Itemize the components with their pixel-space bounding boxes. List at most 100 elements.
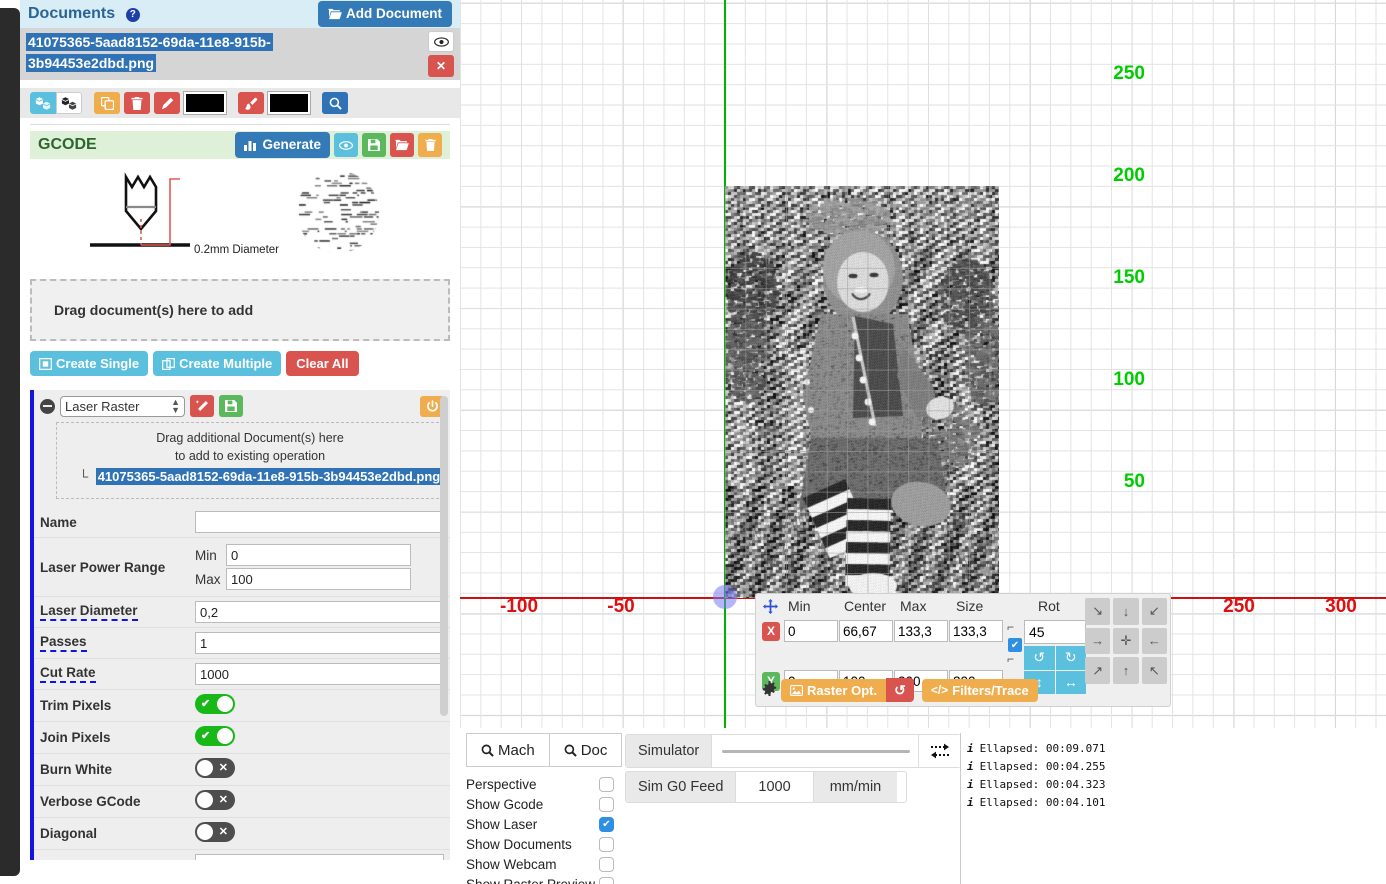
cubes-icon-active[interactable]: [30, 92, 56, 114]
diagonal-toggle[interactable]: ✕: [195, 822, 235, 842]
left-panel: Documents ? Add Document 41075365-5aad81…: [20, 0, 460, 884]
left-nav-rail[interactable]: s ns ol c c gs ut: [0, 8, 20, 876]
tab-mach[interactable]: Mach: [466, 733, 550, 767]
x-min-input[interactable]: [784, 620, 838, 642]
x-size-input[interactable]: [949, 620, 1003, 642]
eye-icon[interactable]: [428, 31, 454, 52]
anchor-center[interactable]: ✛: [1113, 628, 1138, 655]
show-gcode-checkbox[interactable]: [599, 797, 614, 812]
laser-power-max-input[interactable]: [226, 568, 411, 590]
question-icon[interactable]: ?: [126, 8, 140, 22]
collapse-icon[interactable]: [40, 399, 55, 414]
operation-dropzone[interactable]: Drag additional Document(s) here to add …: [56, 422, 444, 499]
join-pixels-toggle[interactable]: ✔: [195, 726, 235, 746]
lock-aspect-checkbox[interactable]: ✔: [1008, 638, 1022, 652]
trim-pixels-toggle[interactable]: ✔: [195, 694, 235, 714]
copy-icon[interactable]: [94, 92, 120, 114]
brush-icon[interactable]: [238, 92, 264, 114]
option-show-webcam[interactable]: Show Webcam: [466, 854, 614, 874]
trash-icon[interactable]: [418, 133, 442, 157]
search-icon[interactable]: [322, 92, 348, 114]
show-webcam-checkbox[interactable]: [599, 857, 614, 872]
operation-document-row[interactable]: └ 41075365-5aad8152-69da-11e8-915b-3b944…: [61, 468, 439, 486]
raster-opt-button[interactable]: Raster Opt.: [781, 679, 886, 702]
anchor-middle-right[interactable]: ←: [1142, 628, 1167, 655]
magic-icon[interactable]: [190, 395, 214, 417]
anchor-top-left[interactable]: ↘: [1085, 598, 1110, 625]
passes-input[interactable]: [195, 632, 444, 654]
laser-power-min-input[interactable]: [226, 544, 411, 566]
gcode-dropzone[interactable]: Drag document(s) here to add: [30, 279, 450, 341]
document-delete-button[interactable]: ✕: [428, 55, 454, 77]
create-multiple-button[interactable]: Create Multiple: [153, 351, 281, 376]
option-show-gcode[interactable]: Show Gcode: [466, 794, 614, 814]
table-row: Passes: [34, 628, 450, 659]
anchor-middle-left[interactable]: →: [1085, 628, 1110, 655]
simulate-arrows-icon[interactable]: [918, 735, 960, 767]
verbose-gcode-toggle[interactable]: ✕: [195, 790, 235, 810]
sim-feed-unit: mm/min: [813, 772, 898, 802]
option-perspective[interactable]: Perspective: [466, 774, 614, 794]
raster-document-on-canvas[interactable]: [725, 186, 999, 598]
cubes-icon-inactive[interactable]: [56, 92, 82, 114]
folder-open-icon[interactable]: [390, 133, 414, 157]
name-input[interactable]: [195, 511, 444, 533]
flip-horizontal-button[interactable]: ↔: [1056, 671, 1087, 695]
power-max-row: Max: [195, 568, 444, 590]
stroke-color-swatch[interactable]: [184, 92, 226, 114]
simulator-slider[interactable]: [712, 735, 918, 767]
trash-icon[interactable]: [124, 92, 150, 114]
floppy-icon[interactable]: [219, 395, 243, 417]
option-show-documents[interactable]: Show Documents: [466, 834, 614, 854]
sim-feed-value[interactable]: 1000: [735, 772, 812, 802]
eye-icon[interactable]: [334, 133, 358, 157]
perspective-checkbox[interactable]: [599, 777, 614, 792]
setting-label-laser-power-range: Laser Power Range: [40, 560, 165, 575]
view-options: Perspective Show Gcode Show Laser ✔ Show…: [466, 774, 614, 884]
log-panel[interactable]: i Ellapsed: 00:09.071 i Ellapsed: 00:04.…: [960, 733, 1386, 884]
rotation-input[interactable]: [1024, 620, 1086, 644]
anchor-bottom-left[interactable]: ↗: [1085, 657, 1110, 684]
anchor-top-right[interactable]: ↙: [1142, 598, 1167, 625]
tab-doc[interactable]: Doc: [550, 733, 623, 767]
anchor-bottom-right[interactable]: ↖: [1142, 657, 1167, 684]
clear-all-button[interactable]: Clear All: [286, 351, 358, 376]
x-max-input[interactable]: [894, 620, 948, 642]
over-scan-input[interactable]: [195, 854, 444, 860]
laser-diameter-input[interactable]: [195, 601, 444, 623]
anchor-bottom-center[interactable]: ↑: [1113, 657, 1138, 684]
generate-gcode-button[interactable]: Generate: [235, 132, 330, 158]
simulator-label: Simulator: [626, 735, 712, 767]
table-row: Diagonal ✕: [34, 818, 450, 850]
filters-trace-button[interactable]: </> Filters/Trace: [922, 679, 1038, 702]
link-bracket-bottom-icon: ⌐: [1007, 652, 1014, 666]
x-center-input[interactable]: [839, 620, 893, 642]
cut-rate-input[interactable]: [195, 663, 444, 685]
origin-handle[interactable]: [713, 585, 737, 609]
create-single-button[interactable]: Create Single: [30, 351, 148, 376]
anchor-top-center[interactable]: ↓: [1113, 598, 1138, 625]
rotate-cw-button[interactable]: ↻: [1056, 646, 1087, 670]
operation-scrollbar[interactable]: [440, 396, 448, 716]
show-raster-preview-checkbox[interactable]: [599, 877, 614, 884]
times-icon: ✕: [219, 761, 228, 774]
burn-white-toggle[interactable]: ✕: [195, 758, 235, 778]
show-laser-checkbox[interactable]: ✔: [599, 817, 614, 832]
option-show-raster-preview[interactable]: Show Raster Preview: [466, 874, 614, 884]
cubes-toggle-group[interactable]: [30, 92, 82, 114]
rotate-ccw-button[interactable]: ↺: [1024, 646, 1055, 670]
option-show-laser[interactable]: Show Laser ✔: [466, 814, 614, 834]
show-documents-checkbox[interactable]: [599, 837, 614, 852]
setting-label-burn-white: Burn White: [40, 762, 112, 777]
raster-reset-button[interactable]: ↺: [886, 678, 914, 702]
fill-color-swatch[interactable]: [268, 92, 310, 114]
floppy-icon[interactable]: [362, 133, 386, 157]
operation-type-select[interactable]: Laser Raster ▲ ▼: [60, 396, 185, 417]
arrows-move-icon[interactable]: [756, 599, 784, 614]
document-list-item[interactable]: 41075365-5aad8152-69da-11e8-915b-3b94453…: [20, 28, 460, 80]
log-entry-text: Ellapsed: 00:04.323: [980, 778, 1106, 791]
col-header-center: Center: [840, 598, 896, 614]
gear-icon[interactable]: [762, 681, 777, 699]
add-document-button[interactable]: Add Document: [318, 1, 452, 27]
pencil-icon[interactable]: [154, 92, 180, 114]
